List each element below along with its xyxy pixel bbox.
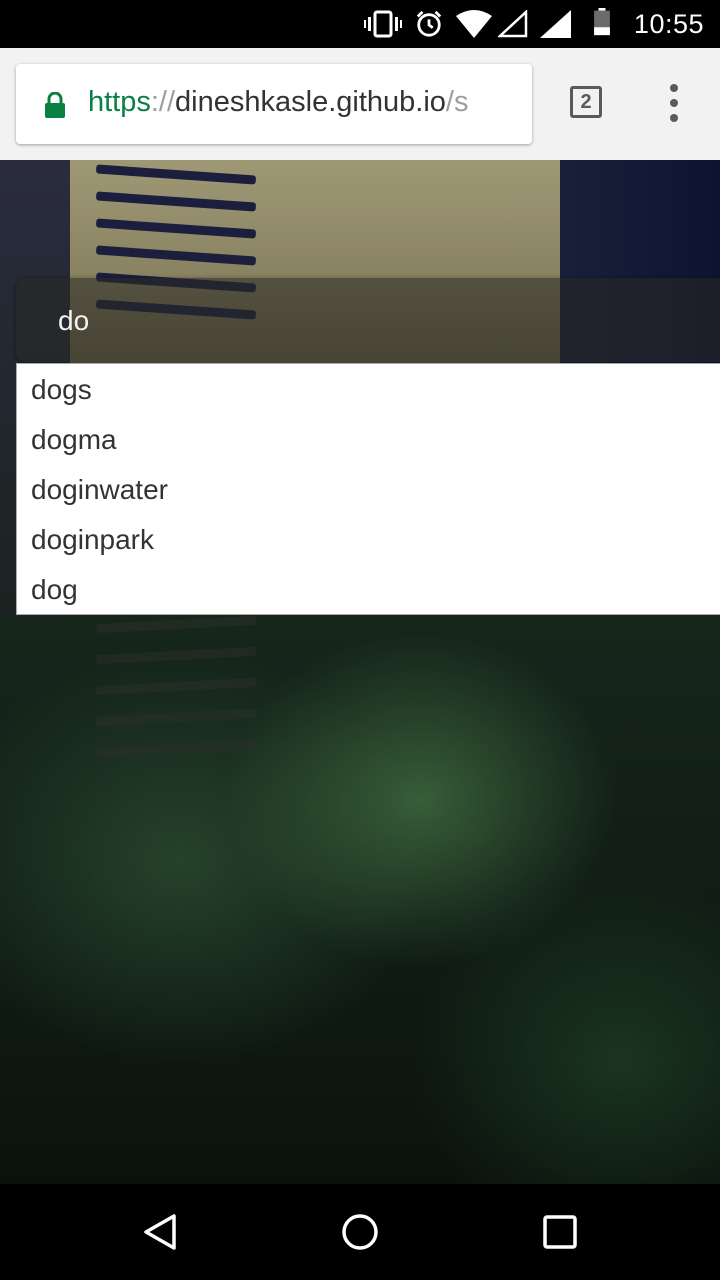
lock-icon <box>45 92 65 118</box>
autocomplete-item[interactable]: doginwater <box>17 465 720 515</box>
home-icon[interactable] <box>340 1212 380 1252</box>
search-box <box>16 278 720 362</box>
autocomplete-item[interactable]: doginpark <box>17 515 720 565</box>
url-path: /s <box>445 86 469 118</box>
url-text: https://dineshkasle.github.io/s <box>88 86 468 119</box>
menu-dot <box>670 84 678 92</box>
status-time: 10:55 <box>633 9 704 39</box>
alarm-icon <box>416 10 442 37</box>
web-page: dogs dogma doginwater doginpark dog <box>0 160 720 1184</box>
signal-icon <box>540 10 571 38</box>
search-input[interactable] <box>56 298 660 344</box>
status-bar: 10:55 <box>0 0 720 48</box>
signal-empty-icon <box>498 10 528 38</box>
menu-dot <box>670 99 678 107</box>
background-blinds <box>95 615 257 775</box>
recents-icon[interactable] <box>542 1212 578 1252</box>
autocomplete-item[interactable]: dog <box>17 565 720 615</box>
navigation-bar <box>0 1184 720 1280</box>
address-bar[interactable]: https://dineshkasle.github.io/s <box>16 64 532 144</box>
menu-icon[interactable] <box>664 84 684 124</box>
autocomplete-item[interactable]: dogs <box>17 365 720 415</box>
autocomplete-item[interactable]: dogma <box>17 415 720 465</box>
menu-dot <box>670 114 678 122</box>
url-scheme: https <box>88 86 151 118</box>
tab-switcher-button[interactable]: 2 <box>570 86 602 118</box>
wifi-icon <box>456 10 492 38</box>
autocomplete-list: dogs dogma doginwater doginpark dog <box>16 363 720 615</box>
battery-icon <box>594 8 610 36</box>
back-icon[interactable] <box>140 1212 180 1252</box>
browser-toolbar: https://dineshkasle.github.io/s 2 <box>0 48 720 160</box>
vibrate-icon <box>364 10 402 38</box>
url-fade <box>504 64 532 144</box>
url-separator: :// <box>150 86 176 118</box>
url-host: dineshkasle.github.io <box>175 86 446 118</box>
